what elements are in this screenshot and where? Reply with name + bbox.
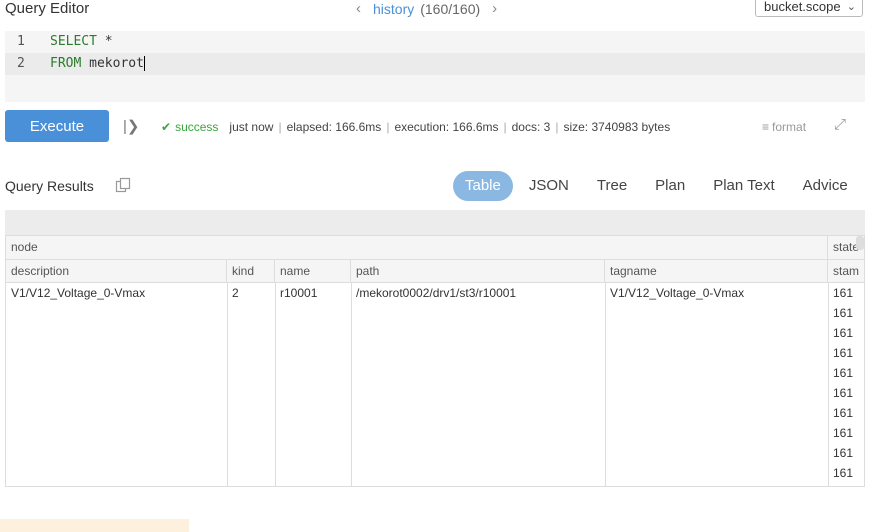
table-cell: 2 <box>232 286 239 300</box>
table-cell: 161 <box>833 446 854 460</box>
column-header-tagname[interactable]: tagname <box>605 260 828 282</box>
scope-value: bucket.scope <box>764 0 841 14</box>
format-button[interactable]: ≡ format <box>762 120 806 134</box>
column-header-description[interactable]: description <box>6 260 227 282</box>
execute-button[interactable]: Execute <box>5 110 109 142</box>
line-number: 1 <box>17 34 25 49</box>
tab-json[interactable]: JSON <box>517 171 581 201</box>
status-text: success <box>175 120 219 134</box>
table-row[interactable]: 161 <box>6 424 864 444</box>
table-cell: 161 <box>833 426 854 440</box>
column-header-name[interactable]: name <box>275 260 351 282</box>
history-count: (160/160) <box>420 0 481 17</box>
code-editor[interactable]: 1 SELECT * 2 FROM mekorot <box>5 31 865 102</box>
table-cell: r10001 <box>280 286 318 300</box>
copy-icon[interactable] <box>115 177 131 193</box>
table-row[interactable]: 161 <box>6 404 864 424</box>
table-row[interactable]: 161 <box>6 344 864 364</box>
format-icon: ≡ <box>762 120 770 134</box>
table-row[interactable]: 161 <box>6 444 864 464</box>
table-row[interactable]: 161 <box>6 364 864 384</box>
chevron-down-icon: ⌄ <box>846 1 856 13</box>
table-row[interactable]: 161 <box>6 464 864 484</box>
tab-advice[interactable]: Advice <box>791 171 848 201</box>
status-line: ✔ success just now | elapsed: 166.6ms | … <box>161 120 671 134</box>
code-line: 2 FROM mekorot <box>5 53 865 75</box>
chevron-right-icon[interactable]: › <box>486 0 503 17</box>
results-table[interactable]: node state description kind name path ta… <box>5 235 865 487</box>
status-size: size: 3740983 bytes <box>563 120 671 134</box>
table-cell: /mekorot0002/drv1/st3/r10001 <box>356 286 517 300</box>
status-elapsed: elapsed: 166.6ms <box>286 120 382 134</box>
group-header-node[interactable]: node <box>6 236 828 259</box>
column-header-path[interactable]: path <box>351 260 605 282</box>
table-cell: 161 <box>833 306 854 320</box>
code-keyword: SELECT <box>50 34 97 49</box>
status-docs: docs: 3 <box>511 120 551 134</box>
chevron-left-icon[interactable]: ‹ <box>350 0 367 17</box>
table-column-header: description kind name path tagname stam <box>6 260 864 283</box>
table-group-header: node state <box>6 236 864 260</box>
status-time: just now <box>229 120 274 134</box>
format-label: format <box>772 120 807 134</box>
table-cell: 161 <box>833 326 854 340</box>
code-text: mekorot <box>81 56 144 71</box>
code-line: 1 SELECT * <box>5 31 865 53</box>
checkmark-icon: ✔ <box>161 120 172 134</box>
history-nav: ‹ history (160/160) › <box>350 0 503 17</box>
view-tabs: Table JSON Tree Plan Plan Text Advice <box>453 171 848 201</box>
status-execution: execution: 166.6ms <box>394 120 499 134</box>
table-cell: 161 <box>833 406 854 420</box>
table-scrollbar[interactable] <box>856 236 864 250</box>
text-cursor <box>143 56 145 71</box>
column-header-stam[interactable]: stam <box>828 260 864 282</box>
history-link[interactable]: history <box>373 1 414 17</box>
tab-plan[interactable]: Plan <box>643 171 697 201</box>
table-cell: 161 <box>833 466 854 480</box>
table-row[interactable]: V1/V12_Voltage_0-Vmax 2 r10001 /mekorot0… <box>6 284 864 304</box>
table-cell: V1/V12_Voltage_0-Vmax <box>610 286 745 300</box>
step-forward-icon[interactable]: |❯ <box>123 117 139 135</box>
table-cell: V1/V12_Voltage_0-Vmax <box>11 286 146 300</box>
editor-title: Query Editor <box>5 0 90 17</box>
scope-select[interactable]: bucket.scope ⌄ <box>755 0 863 17</box>
table-cell: 161 <box>833 366 854 380</box>
expand-icon[interactable]: ⤢ <box>834 116 846 133</box>
table-cell: 161 <box>833 386 854 400</box>
table-row[interactable]: 161 <box>6 384 864 404</box>
table-cell: 161 <box>833 286 854 300</box>
table-row[interactable]: 161 <box>6 324 864 344</box>
table-cell: 161 <box>833 346 854 360</box>
tab-table[interactable]: Table <box>453 171 513 201</box>
footer-notice-bar <box>0 519 189 532</box>
table-row[interactable]: 161 <box>6 304 864 324</box>
results-title: Query Results <box>5 178 94 194</box>
tab-tree[interactable]: Tree <box>585 171 639 201</box>
column-header-kind[interactable]: kind <box>227 260 275 282</box>
code-text: * <box>96 34 113 49</box>
line-number: 2 <box>17 56 25 71</box>
results-toolbar <box>5 210 865 235</box>
code-keyword: FROM <box>50 56 82 71</box>
tab-plan-text[interactable]: Plan Text <box>701 171 786 201</box>
